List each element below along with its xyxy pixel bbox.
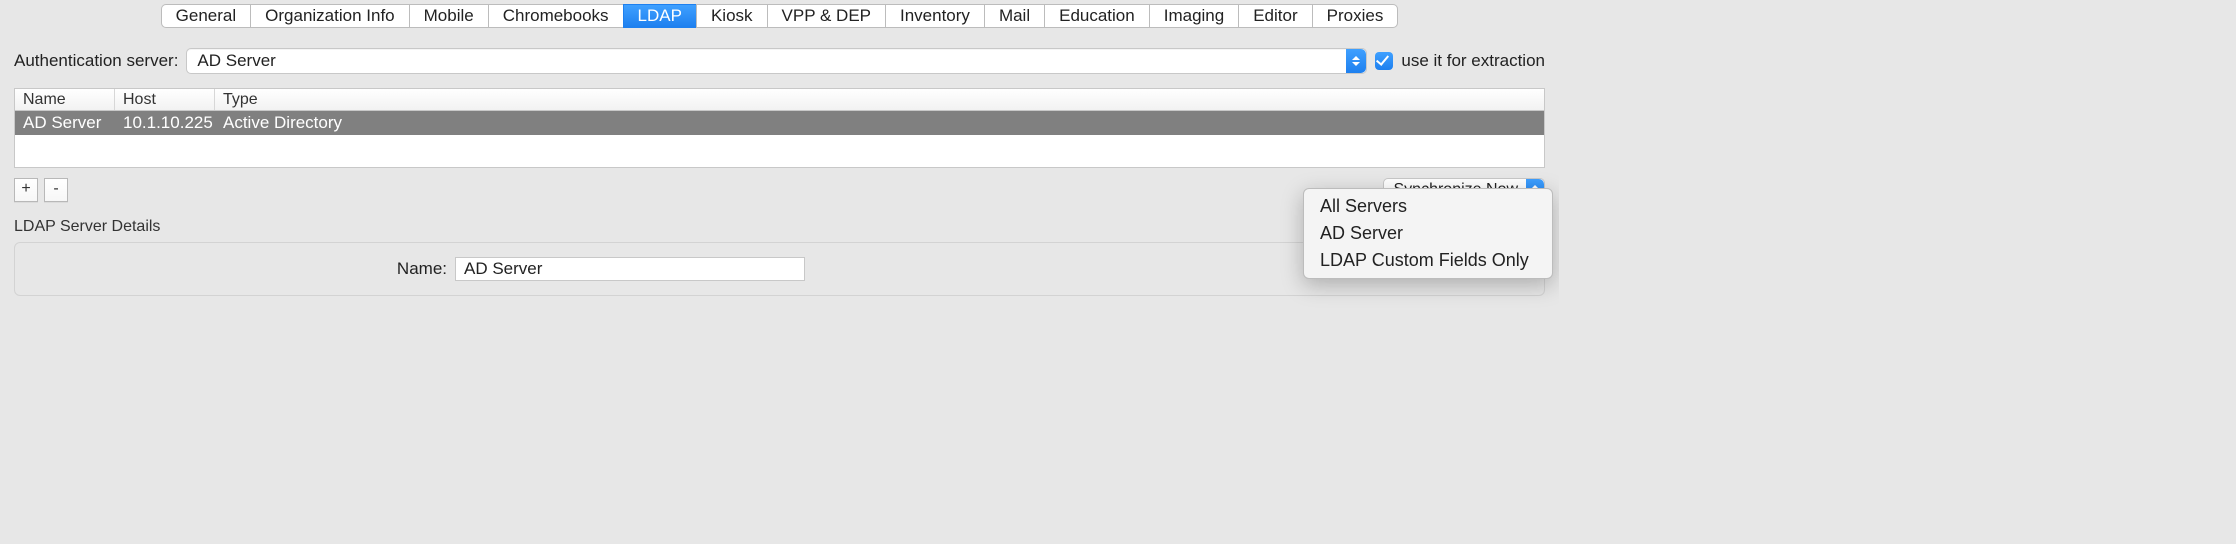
col-host[interactable]: Host <box>115 89 215 110</box>
tab-bar: General Organization Info Mobile Chromeb… <box>161 4 1399 28</box>
auth-server-value: AD Server <box>197 51 275 71</box>
tab-editor[interactable]: Editor <box>1238 4 1311 28</box>
col-type[interactable]: Type <box>215 89 1544 110</box>
tab-vpp-dep[interactable]: VPP & DEP <box>767 4 885 28</box>
tab-kiosk[interactable]: Kiosk <box>696 4 767 28</box>
sync-menu-all-servers[interactable]: All Servers <box>1304 193 1552 220</box>
tab-inventory[interactable]: Inventory <box>885 4 984 28</box>
tab-mail[interactable]: Mail <box>984 4 1044 28</box>
name-field-label: Name: <box>27 259 447 279</box>
table-row[interactable]: AD Server 10.1.10.225 Active Directory <box>15 111 1544 135</box>
tab-imaging[interactable]: Imaging <box>1149 4 1238 28</box>
tab-education[interactable]: Education <box>1044 4 1149 28</box>
tab-proxies[interactable]: Proxies <box>1312 4 1399 28</box>
sync-menu-ldap-custom[interactable]: LDAP Custom Fields Only <box>1304 247 1552 274</box>
tab-mobile[interactable]: Mobile <box>409 4 488 28</box>
row-type: Active Directory <box>215 113 1544 133</box>
auth-server-label: Authentication server: <box>14 51 178 71</box>
row-name: AD Server <box>15 113 115 133</box>
tab-organization-info[interactable]: Organization Info <box>250 4 408 28</box>
tab-ldap[interactable]: LDAP <box>623 4 696 28</box>
col-name[interactable]: Name <box>15 89 115 110</box>
add-button[interactable]: + <box>14 178 38 202</box>
use-for-extraction-label: use it for extraction <box>1401 51 1545 71</box>
sync-menu-ad-server[interactable]: AD Server <box>1304 220 1552 247</box>
ldap-servers-table: Name Host Type AD Server 10.1.10.225 Act… <box>14 88 1545 168</box>
tab-general[interactable]: General <box>161 4 250 28</box>
use-for-extraction-checkbox[interactable] <box>1375 52 1393 70</box>
tab-chromebooks[interactable]: Chromebooks <box>488 4 623 28</box>
stepper-icon <box>1346 49 1366 73</box>
row-host: 10.1.10.225 <box>115 113 215 133</box>
name-field[interactable] <box>455 257 805 281</box>
remove-button[interactable]: - <box>44 178 68 202</box>
auth-server-select[interactable]: AD Server <box>186 48 1367 74</box>
synchronize-menu: All Servers AD Server LDAP Custom Fields… <box>1303 188 1553 279</box>
